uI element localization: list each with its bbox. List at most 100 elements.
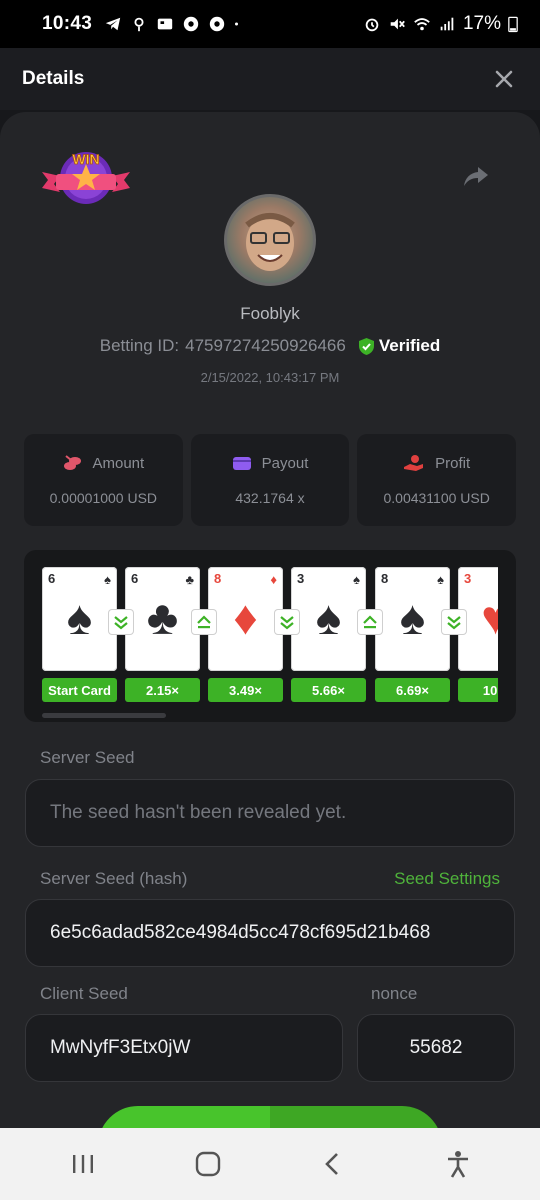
server-seed-hash-field[interactable]: 6e5c6adad582ce4984d5cc478cf695d21b468 <box>25 899 515 967</box>
recent-apps-icon[interactable] <box>63 1144 103 1184</box>
guess-higher-icon <box>191 609 217 635</box>
multiplier-label: 6.69× <box>375 678 450 702</box>
card-rank: 3 <box>297 571 305 586</box>
card-rank: 8 <box>214 571 222 586</box>
card-slot-5: 8 ♠ ♠ 6.69× <box>375 567 450 702</box>
stat-payout-value: 432.1764 x <box>235 490 305 506</box>
playing-card: 3 ♠ ♠ <box>291 567 366 671</box>
battery-icon <box>508 16 518 33</box>
chrome-icon <box>183 16 199 32</box>
primary-action-button[interactable] <box>98 1106 442 1128</box>
status-left-icons <box>104 15 244 33</box>
card-rank: 8 <box>381 571 389 586</box>
cards-row: 6 ♠ ♠ Start Card 6 ♣ ♣ 2.15× 8 ♦ ♦ 3.49×… <box>42 567 498 707</box>
stat-amount-label: Amount <box>92 454 145 472</box>
card-slot-1: 6 ♠ ♠ Start Card <box>42 567 117 702</box>
dot-icon <box>235 22 239 26</box>
multiplier-label: 3.49× <box>208 678 283 702</box>
guess-higher-icon <box>357 609 383 635</box>
server-seed-field[interactable]: The seed hasn't been revealed yet. <box>25 779 515 847</box>
client-seed-label: Client Seed <box>40 984 128 1003</box>
back-icon[interactable] <box>313 1144 353 1184</box>
share-icon[interactable] <box>462 162 490 190</box>
mute-icon <box>390 18 405 30</box>
chrome-icon <box>209 16 225 32</box>
home-icon[interactable] <box>188 1144 228 1184</box>
signal-icon <box>440 17 454 31</box>
card-suit-small: ♦ <box>270 572 277 587</box>
details-header: Details <box>0 48 540 110</box>
multiplier-label: 2.15× <box>125 678 200 702</box>
wifi-icon <box>414 18 430 31</box>
spade-icon: ♠ <box>399 592 426 645</box>
battery-percent: 17% <box>462 13 501 34</box>
card-slot-2: 6 ♣ ♣ 2.15× <box>125 567 200 702</box>
seed-settings-link[interactable]: Seed Settings <box>394 869 500 889</box>
betting-id-line: Betting ID: 47597274250926466 Verified <box>0 336 540 356</box>
card-rank: 6 <box>131 571 139 586</box>
status-time: 10:43 <box>42 13 93 34</box>
username: Fooblyk <box>240 304 300 323</box>
stats-row: Amount 0.00001000 USD Payout 432.1764 x … <box>24 434 517 526</box>
status-bar: 10:43 17% <box>0 0 540 48</box>
stat-profit-value: 0.00431100 USD <box>383 490 490 506</box>
diamond-icon: ♦ <box>233 592 258 645</box>
shield-check-icon <box>358 337 374 355</box>
telegram-icon <box>105 17 121 31</box>
verified-badge: Verified <box>358 336 440 356</box>
multiplier-label: 10.8 <box>458 678 498 702</box>
card-suit-small: ♠ <box>104 572 111 587</box>
cards-history[interactable]: 6 ♠ ♠ Start Card 6 ♣ ♣ 2.15× 8 ♦ ♦ 3.49×… <box>24 550 516 722</box>
hand-money-icon <box>404 455 424 471</box>
nonce-label: nonce <box>371 984 418 1003</box>
nonce-field[interactable]: 55682 <box>357 1014 515 1082</box>
android-nav-bar <box>0 1128 540 1200</box>
card-suit-small: ♠ <box>353 572 360 587</box>
status-right: 17% <box>363 13 518 35</box>
multiplier-label: Start Card <box>42 678 117 702</box>
carousel-icon <box>157 18 173 30</box>
accessibility-icon[interactable] <box>438 1144 478 1184</box>
avatar-face <box>245 213 295 271</box>
server-seed-hash-label: Server Seed (hash) <box>40 869 188 888</box>
guess-lower-icon <box>441 609 467 635</box>
stat-profit: Profit 0.00431100 USD <box>357 434 517 526</box>
card-suit-small: ♣ <box>185 572 194 587</box>
stat-payout-label: Payout <box>261 454 309 472</box>
guess-lower-icon <box>108 609 134 635</box>
close-icon[interactable] <box>490 65 518 93</box>
coins-icon <box>64 455 82 470</box>
card-rank: 3 <box>464 571 472 586</box>
page-title: Details <box>22 68 85 89</box>
card-rank: 6 <box>48 571 56 586</box>
betting-id: 47597274250926466 <box>185 336 346 355</box>
details-sheet: WIN Fooblyk Betting ID: 4759727425092646… <box>0 112 540 1128</box>
stat-payout: Payout 432.1764 x <box>190 434 350 526</box>
win-badge-icon: WIN <box>42 151 130 204</box>
wallet-icon <box>232 457 251 470</box>
club-icon: ♣ <box>146 592 179 645</box>
playing-card: 8 ♦ ♦ <box>208 567 283 671</box>
betting-id-label: Betting ID: <box>99 336 180 355</box>
cards-scrollbar[interactable] <box>42 713 166 718</box>
card-slot-3: 8 ♦ ♦ 3.49× <box>208 567 283 702</box>
server-seed-label: Server Seed <box>40 748 135 767</box>
client-seed-field[interactable]: MwNyfF3Etx0jW <box>25 1014 343 1082</box>
bet-datetime: 2/15/2022, 10:43:17 PM <box>200 370 340 385</box>
playing-card: 8 ♠ ♠ <box>375 567 450 671</box>
playing-card: 6 ♣ ♣ <box>125 567 200 671</box>
stat-profit-label: Profit <box>435 454 471 472</box>
card-slot-4: 3 ♠ ♠ 5.66× <box>291 567 366 702</box>
stat-amount: Amount 0.00001000 USD <box>24 434 183 526</box>
card-suit-small: ♠ <box>437 572 444 587</box>
spade-icon: ♠ <box>66 592 93 645</box>
win-badge-text: WIN <box>72 151 99 167</box>
alarm-icon <box>365 18 379 32</box>
spade-icon: ♠ <box>315 592 342 645</box>
stat-amount-value: 0.00001000 USD <box>49 490 158 506</box>
location-icon <box>134 17 144 32</box>
playing-card: 6 ♠ ♠ <box>42 567 117 671</box>
multiplier-label: 5.66× <box>291 678 366 702</box>
avatar <box>224 194 316 286</box>
verified-label: Verified <box>378 336 441 355</box>
